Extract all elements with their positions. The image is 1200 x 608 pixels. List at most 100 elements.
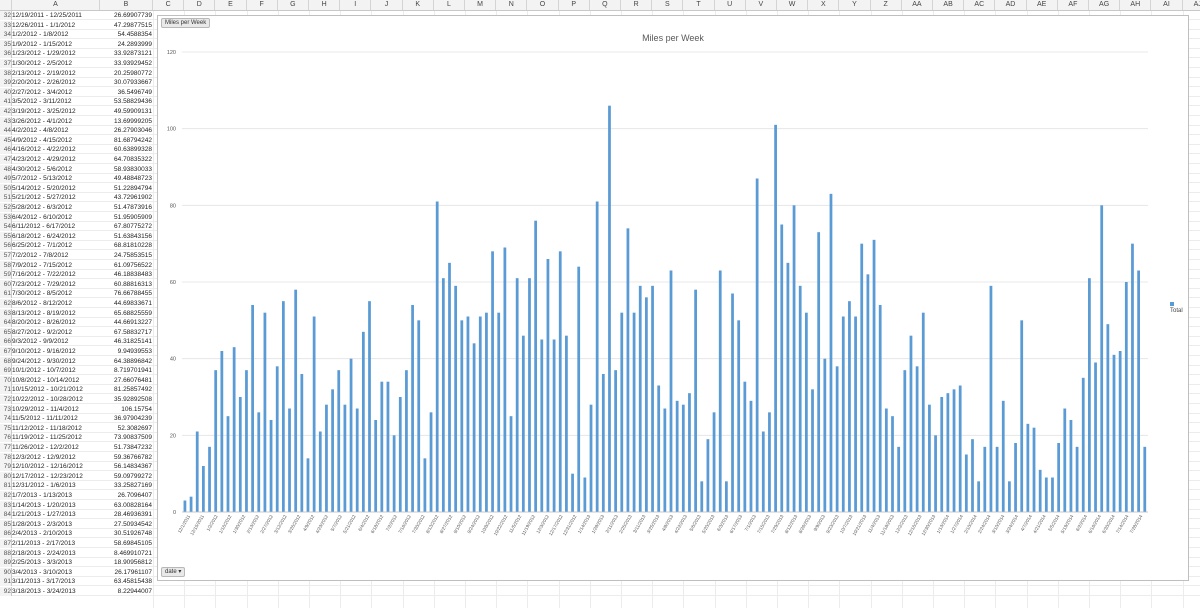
row-number[interactable]: 62: [0, 299, 12, 308]
column-header-j[interactable]: J: [371, 0, 403, 10]
bar[interactable]: [688, 393, 691, 512]
cell-date-range[interactable]: 12/3/2012 - 12/9/2012: [12, 453, 99, 462]
bar[interactable]: [694, 289, 697, 512]
column-header-h[interactable]: H: [309, 0, 341, 10]
cell-miles[interactable]: 30.07933667: [100, 78, 152, 87]
cell-date-range[interactable]: 5/21/2012 - 5/27/2012: [12, 193, 99, 202]
bar[interactable]: [281, 301, 285, 512]
bar[interactable]: [614, 370, 618, 512]
column-header-p[interactable]: P: [559, 0, 590, 10]
bar[interactable]: [589, 404, 593, 512]
bar[interactable]: [755, 178, 759, 513]
column-header-aj[interactable]: AJ: [1183, 0, 1200, 10]
cell-date-range[interactable]: 3/19/2012 - 3/25/2012: [12, 107, 99, 116]
cell-miles[interactable]: 67.58832717: [100, 328, 152, 337]
bar[interactable]: [1094, 362, 1097, 513]
cell-date-range[interactable]: 8/13/2012 - 8/19/2012: [12, 309, 99, 318]
bar[interactable]: [804, 312, 808, 512]
bar[interactable]: [226, 416, 230, 512]
bar[interactable]: [909, 335, 913, 512]
bar[interactable]: [368, 301, 371, 512]
cell-miles[interactable]: 52.3082697: [100, 424, 152, 433]
bar[interactable]: [761, 431, 765, 513]
bar[interactable]: [946, 393, 950, 512]
cell-miles[interactable]: 68.81810228: [100, 241, 152, 250]
bar[interactable]: [681, 404, 685, 512]
row-number[interactable]: 81: [0, 481, 12, 491]
bar[interactable]: [454, 285, 458, 512]
cell-date-range[interactable]: 9/24/2012 - 9/30/2012: [12, 357, 99, 366]
bar[interactable]: [245, 370, 248, 512]
bar[interactable]: [848, 301, 851, 512]
column-header-ai[interactable]: AI: [1151, 0, 1183, 10]
cell-date-range[interactable]: 3/4/2013 - 3/10/2013: [12, 568, 99, 577]
cell-miles[interactable]: 65.68825559: [100, 309, 152, 318]
cell-date-range[interactable]: 11/5/2012 - 11/11/2012: [12, 414, 99, 423]
row-number[interactable]: 36: [0, 49, 12, 59]
cell-date-range[interactable]: 4/9/2012 - 4/15/2012: [12, 136, 99, 145]
cell-date-range[interactable]: 12/19/2011 - 12/25/2011: [12, 11, 99, 20]
bar[interactable]: [706, 439, 710, 512]
bar[interactable]: [238, 397, 242, 512]
bar[interactable]: [337, 370, 341, 512]
bar[interactable]: [903, 370, 907, 512]
cell-date-range[interactable]: 6/25/2012 - 7/1/2012: [12, 241, 99, 250]
cell-date-range[interactable]: 7/9/2012 - 7/15/2012: [12, 261, 99, 270]
row-number[interactable]: 64: [0, 318, 12, 328]
bar[interactable]: [872, 239, 876, 512]
cell-date-range[interactable]: 8/27/2012 - 9/2/2012: [12, 328, 99, 337]
cell-miles[interactable]: 51.95905909: [100, 213, 152, 222]
bar[interactable]: [884, 408, 888, 513]
column-header-f[interactable]: F: [247, 0, 278, 10]
row-number[interactable]: 88: [0, 548, 12, 558]
bar[interactable]: [565, 335, 568, 512]
row-number[interactable]: 51: [0, 193, 12, 203]
bar[interactable]: [1051, 477, 1054, 513]
row-number[interactable]: 69: [0, 366, 12, 376]
bar[interactable]: [608, 105, 611, 513]
bar[interactable]: [528, 278, 531, 512]
cell-miles[interactable]: 49.48848723: [100, 174, 152, 183]
cell-date-range[interactable]: 5/7/2012 - 5/13/2012: [12, 174, 99, 183]
column-header-m[interactable]: M: [465, 0, 497, 10]
bar[interactable]: [798, 285, 802, 512]
row-number[interactable]: 74: [0, 414, 12, 424]
cell-miles[interactable]: 43.72961902: [100, 193, 152, 202]
bar[interactable]: [1124, 282, 1128, 512]
cell-miles[interactable]: 8.469910721: [100, 549, 152, 558]
cell-date-range[interactable]: 5/28/2012 - 6/3/2012: [12, 203, 99, 212]
bar[interactable]: [318, 431, 322, 513]
cell-date-range[interactable]: 9/3/2012 - 9/9/2012: [12, 337, 99, 346]
cell-date-range[interactable]: 2/11/2013 - 2/17/2013: [12, 539, 99, 548]
bar[interactable]: [774, 124, 777, 512]
column-header-y[interactable]: Y: [839, 0, 871, 10]
bar[interactable]: [534, 220, 538, 513]
cell-miles[interactable]: 27.50934542: [100, 520, 152, 529]
cell-miles[interactable]: 8.22944007: [100, 587, 152, 596]
cell-date-range[interactable]: 2/4/2013 - 2/10/2013: [12, 529, 99, 538]
bar[interactable]: [792, 205, 796, 512]
bar[interactable]: [891, 416, 894, 512]
row-number[interactable]: 56: [0, 241, 12, 251]
row-number[interactable]: 43: [0, 116, 12, 126]
bar[interactable]: [651, 285, 654, 512]
row-number[interactable]: 40: [0, 87, 12, 97]
cell-miles[interactable]: 53.58829436: [100, 97, 152, 106]
bar[interactable]: [841, 316, 845, 513]
bar[interactable]: [632, 312, 636, 512]
bar[interactable]: [995, 446, 999, 512]
row-number[interactable]: 91: [0, 577, 12, 587]
row-number[interactable]: 34: [0, 30, 12, 40]
row-number[interactable]: 63: [0, 308, 12, 318]
row-number[interactable]: 82: [0, 491, 12, 500]
column-header-r[interactable]: R: [621, 0, 653, 10]
cell-date-range[interactable]: 10/15/2012 - 10/21/2012: [12, 385, 99, 394]
bar[interactable]: [472, 343, 476, 512]
cell-miles[interactable]: 51.73847232: [100, 443, 152, 452]
bar[interactable]: [325, 404, 328, 512]
column-header-u[interactable]: U: [715, 0, 746, 10]
cell-date-range[interactable]: 4/30/2012 - 5/6/2012: [12, 165, 99, 174]
bar[interactable]: [940, 397, 944, 512]
row-number[interactable]: 48: [0, 164, 12, 174]
cell-date-range[interactable]: 7/2/2012 - 7/8/2012: [12, 251, 99, 260]
